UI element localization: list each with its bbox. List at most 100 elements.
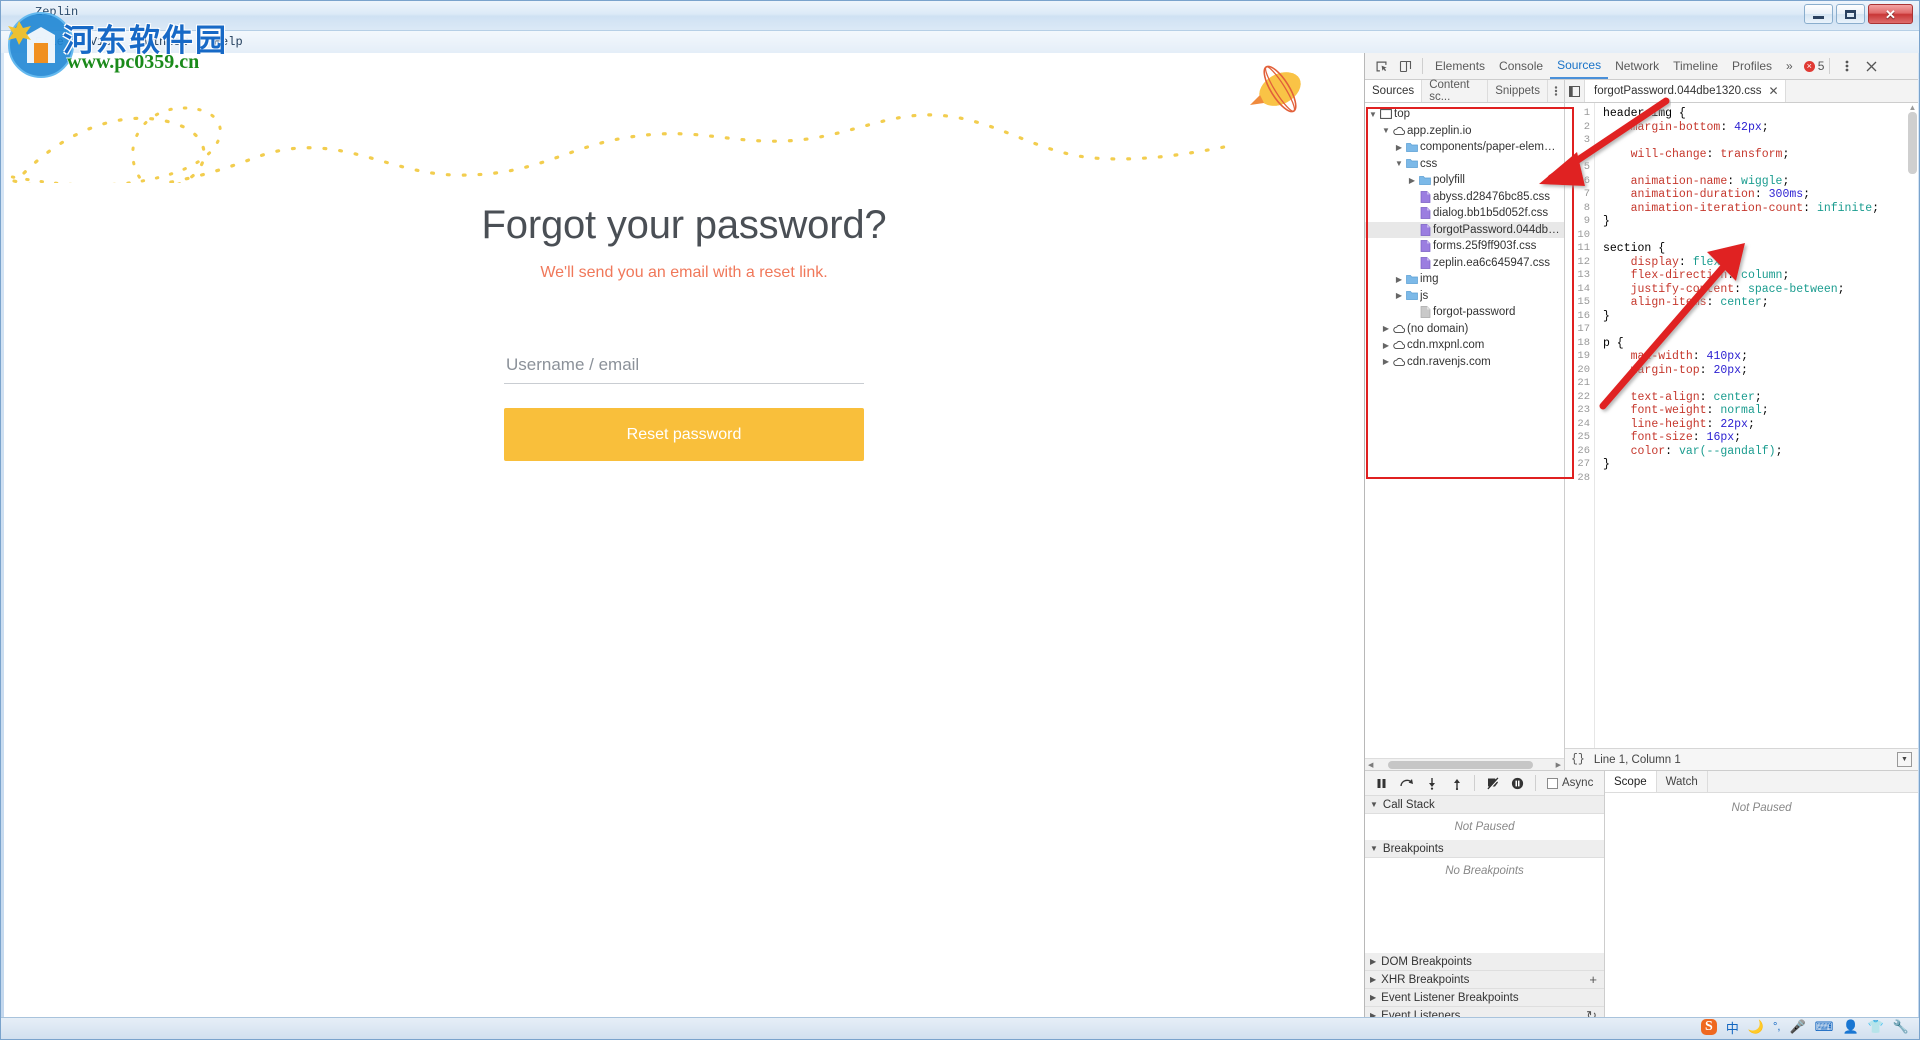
tree-item-polyfill[interactable]: polyfill	[1365, 172, 1564, 189]
code-line: p {	[1603, 337, 1918, 351]
section-xhr-breakpoints[interactable]: ▶ XHR Breakpoints +	[1365, 971, 1604, 989]
ime-chinese-mode-icon[interactable]: 中	[1726, 1018, 1739, 1037]
ime-microphone-icon[interactable]: 🎤	[1789, 1019, 1805, 1035]
close-devtools-icon[interactable]	[1859, 55, 1883, 77]
code-vertical-scrollbar[interactable]: ▲	[1907, 103, 1918, 748]
tree-twisty-icon[interactable]	[1394, 143, 1404, 152]
section-dom-breakpoints[interactable]: ▶ DOM Breakpoints	[1365, 953, 1604, 971]
tree-item-css[interactable]: css	[1365, 156, 1564, 173]
ime-punctuation-icon[interactable]: °,	[1773, 1021, 1780, 1033]
step-over-icon[interactable]	[1394, 772, 1419, 794]
tree-item-dialog-bb1b5d052f-css[interactable]: dialog.bb1b5d052f.css	[1365, 205, 1564, 222]
sogou-logo-icon[interactable]: S	[1701, 1019, 1717, 1035]
tree-item-top[interactable]: top	[1365, 106, 1564, 123]
tree-item-zeplin-ea6c645947-css[interactable]: zeplin.ea6c645947.css	[1365, 255, 1564, 272]
tree-twisty-icon[interactable]	[1381, 357, 1391, 366]
code-token: align-items	[1631, 296, 1707, 309]
tree-item-components-paper-elements[interactable]: components/paper-elements	[1365, 139, 1564, 156]
tab-elements[interactable]: Elements	[1428, 55, 1492, 78]
step-out-icon[interactable]	[1444, 772, 1469, 794]
pause-icon[interactable]	[1369, 772, 1394, 794]
reset-password-button[interactable]: Reset password	[504, 408, 864, 461]
deactivate-breakpoints-icon[interactable]	[1480, 772, 1505, 794]
tree-horizontal-scrollbar[interactable]: ◀ ▶	[1365, 758, 1564, 770]
tree-twisty-icon[interactable]	[1394, 159, 1404, 168]
show-navigator-icon[interactable]	[1565, 80, 1585, 102]
ime-keyboard-icon[interactable]: ⌨	[1815, 1019, 1834, 1035]
subtab-content-scripts[interactable]: Content sc...	[1422, 80, 1488, 102]
tree-twisty-icon[interactable]	[1381, 341, 1391, 350]
navigator-menu-icon[interactable]	[1548, 80, 1564, 102]
pause-on-exceptions-icon[interactable]	[1505, 772, 1530, 794]
pretty-print-icon[interactable]: {}	[1571, 753, 1585, 766]
scroll-thumb[interactable]	[1388, 761, 1533, 769]
tab-timeline[interactable]: Timeline	[1666, 55, 1725, 78]
tab-scope[interactable]: Scope	[1605, 771, 1657, 792]
popout-icon[interactable]: ▼	[1897, 752, 1912, 767]
tree-item-js[interactable]: js	[1365, 288, 1564, 305]
error-count-badge[interactable]: × 5	[1804, 59, 1825, 73]
code-token: ;	[1741, 350, 1748, 363]
tree-item-forms-25f9ff903f-css[interactable]: forms.25f9ff903f.css	[1365, 238, 1564, 255]
tab-profiles[interactable]: Profiles	[1725, 55, 1779, 78]
tree-item-forgotpassword-044dbe1320-css[interactable]: forgotPassword.044dbe1320.css	[1365, 222, 1564, 239]
tree-item-cdn-ravenjs-com[interactable]: cdn.ravenjs.com	[1365, 354, 1564, 371]
source-file-tree[interactable]: topapp.zeplin.iocomponents/paper-element…	[1365, 103, 1564, 770]
tree-twisty-icon[interactable]	[1381, 324, 1391, 333]
tree-item-forgot-password[interactable]: forgot-password	[1365, 304, 1564, 321]
minimize-button[interactable]	[1804, 4, 1833, 24]
step-into-icon[interactable]	[1419, 772, 1444, 794]
editor-open-file-tab[interactable]: forgotPassword.044dbe1320.css ✕	[1585, 80, 1786, 102]
subtab-sources[interactable]: Sources	[1365, 80, 1422, 102]
tree-item-cdn-mxpnl-com[interactable]: cdn.mxpnl.com	[1365, 337, 1564, 354]
menu-item-file[interactable]: File	[35, 35, 64, 49]
code-token: :	[1707, 296, 1721, 309]
css-source-code[interactable]: header img { margin-bottom: 42px; will-c…	[1595, 103, 1918, 748]
scroll-up-icon[interactable]: ▲	[1907, 103, 1918, 112]
device-toolbar-icon[interactable]	[1393, 55, 1417, 77]
tree-twisty-icon[interactable]	[1394, 275, 1404, 284]
ime-user-icon[interactable]: 👤	[1842, 1019, 1858, 1035]
ime-moon-icon[interactable]: 🌙	[1748, 1019, 1764, 1035]
code-scroll-thumb[interactable]	[1908, 112, 1917, 174]
menu-item-window[interactable]: Window	[145, 35, 188, 49]
code-token: line-height	[1631, 418, 1707, 431]
more-tabs-chevron-icon[interactable]: »	[1779, 55, 1800, 78]
subtab-snippets[interactable]: Snippets	[1488, 80, 1548, 102]
tab-sources[interactable]: Sources	[1550, 54, 1608, 79]
section-breakpoints[interactable]: ▼ Breakpoints	[1365, 840, 1604, 858]
tree-twisty-icon[interactable]	[1394, 291, 1404, 300]
tree-item-app-zeplin-io[interactable]: app.zeplin.io	[1365, 123, 1564, 140]
domain-icon	[1391, 357, 1407, 367]
tree-twisty-icon[interactable]	[1407, 176, 1417, 185]
code-token: ;	[1762, 121, 1769, 134]
add-xhr-breakpoint-icon[interactable]: +	[1589, 972, 1604, 987]
section-event-listener-breakpoints[interactable]: ▶ Event Listener Breakpoints	[1365, 989, 1604, 1007]
ime-toolbox-icon[interactable]: 🔧	[1893, 1019, 1909, 1035]
scroll-left-icon[interactable]: ◀	[1365, 761, 1376, 769]
tree-item-img[interactable]: img	[1365, 271, 1564, 288]
close-button[interactable]: ✕	[1868, 4, 1913, 24]
code-line: justify-content: space-between;	[1603, 283, 1918, 297]
ime-skin-icon[interactable]: 👕	[1868, 1019, 1884, 1035]
async-checkbox[interactable]: Async	[1547, 777, 1593, 789]
tab-network[interactable]: Network	[1608, 55, 1666, 78]
inspect-element-icon[interactable]	[1369, 55, 1393, 77]
async-checkbox-box[interactable]	[1547, 778, 1558, 789]
section-call-stack[interactable]: ▼ Call Stack	[1365, 796, 1604, 814]
tab-console[interactable]: Console	[1492, 55, 1550, 78]
menu-item-help[interactable]: Help	[214, 35, 243, 49]
tab-watch[interactable]: Watch	[1657, 771, 1708, 792]
menu-item-view[interactable]: View	[90, 35, 119, 49]
tree-twisty-icon[interactable]	[1368, 110, 1378, 119]
tree-item-abyss-d28476bc85-css[interactable]: abyss.d28476bc85.css	[1365, 189, 1564, 206]
kebab-menu-icon[interactable]	[1835, 55, 1859, 77]
debugger-divider-2	[1535, 775, 1536, 791]
tree-item--no-domain-[interactable]: (no domain)	[1365, 321, 1564, 338]
username-email-input[interactable]	[504, 346, 864, 384]
close-file-icon[interactable]: ✕	[1769, 84, 1779, 98]
code-token: p {	[1603, 337, 1624, 350]
maximize-button[interactable]	[1836, 4, 1865, 24]
tree-twisty-icon[interactable]	[1381, 126, 1391, 135]
scroll-right-icon[interactable]: ▶	[1553, 761, 1564, 769]
